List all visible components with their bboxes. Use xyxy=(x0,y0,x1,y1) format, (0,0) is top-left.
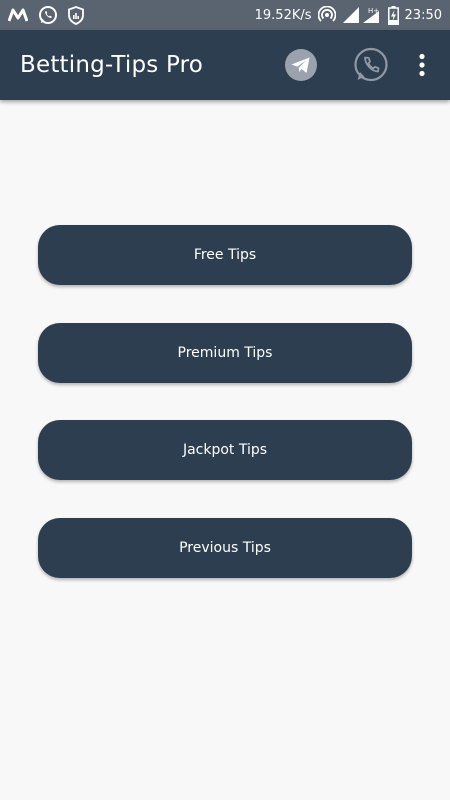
notification-icons xyxy=(8,5,84,25)
whatsapp-button[interactable] xyxy=(352,46,390,84)
battery-charging-icon xyxy=(387,5,399,25)
telegram-icon xyxy=(285,49,317,81)
jackpot-tips-button[interactable]: Jackpot Tips xyxy=(38,420,412,480)
whatsapp-icon xyxy=(354,47,388,82)
previous-tips-label: Previous Tips xyxy=(179,540,271,556)
clock: 23:50 xyxy=(404,7,442,23)
status-bar: 19.52K/s H+ 23:50 xyxy=(0,0,450,30)
telegram-button[interactable] xyxy=(284,48,318,82)
system-indicators: 19.52K/s H+ 23:50 xyxy=(254,5,442,25)
jackpot-tips-label: Jackpot Tips xyxy=(182,442,268,458)
m-app-icon xyxy=(8,7,28,23)
hotspot-icon xyxy=(317,6,336,24)
app-bar-actions xyxy=(284,30,450,100)
network-type: H+ xyxy=(368,7,379,15)
overflow-menu-button[interactable] xyxy=(412,45,432,85)
more-vert-icon xyxy=(419,53,425,77)
previous-tips-button[interactable]: Previous Tips xyxy=(38,518,412,578)
network-speed: 19.52K/s xyxy=(254,7,312,23)
free-tips-button[interactable]: Free Tips xyxy=(38,225,412,285)
app-bar: Betting-Tips Pro xyxy=(0,30,450,100)
shield-icon xyxy=(68,5,84,25)
premium-tips-label: Premium Tips xyxy=(177,345,273,361)
premium-tips-button[interactable]: Premium Tips xyxy=(38,323,412,383)
whatsapp-icon xyxy=(38,5,58,25)
app-title: Betting-Tips Pro xyxy=(20,52,204,78)
signal-icon: H+ xyxy=(342,6,382,24)
free-tips-label: Free Tips xyxy=(193,247,257,263)
